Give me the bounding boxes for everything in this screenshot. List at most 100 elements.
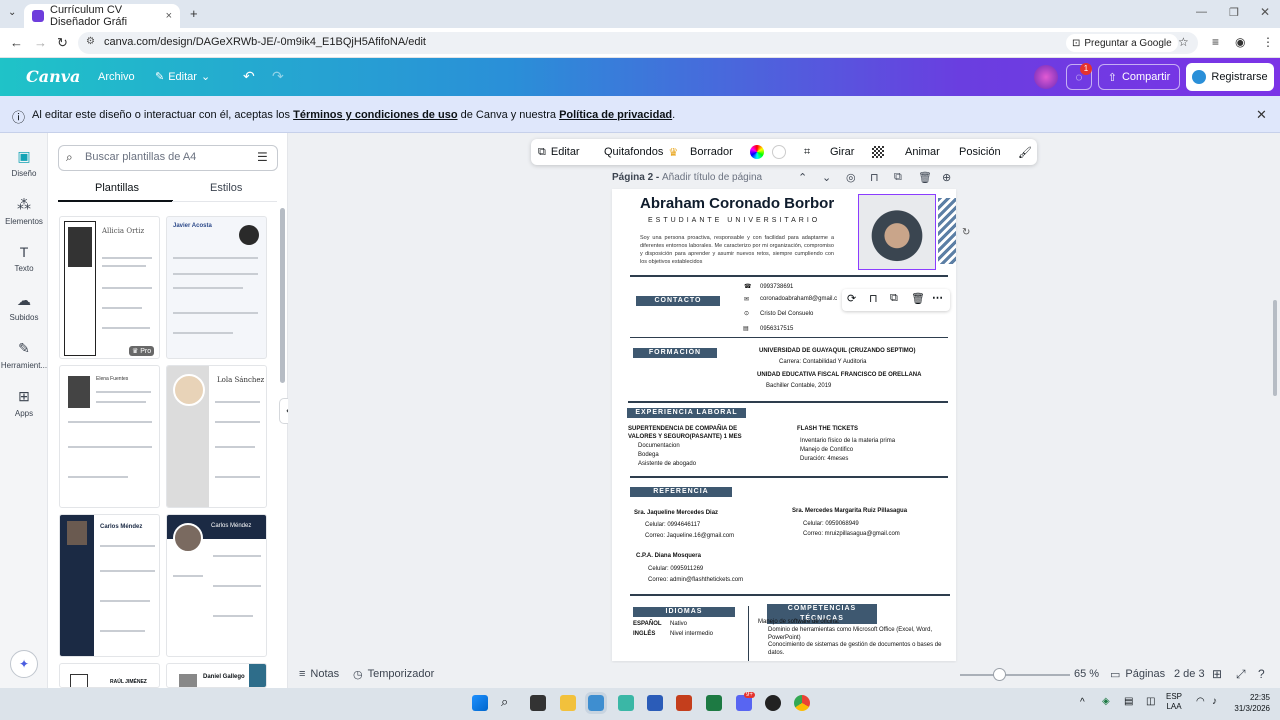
minimize-icon[interactable]: —: [1196, 6, 1207, 18]
volume-icon[interactable]: ♪: [1212, 696, 1217, 707]
tray-app-icon[interactable]: ◈: [1102, 696, 1110, 707]
back-icon[interactable]: ←: [10, 35, 23, 50]
tray-printer-icon[interactable]: ▤: [1124, 696, 1133, 707]
task-view-icon[interactable]: [530, 695, 546, 711]
powerpoint-icon[interactable]: [676, 695, 692, 711]
register-button[interactable]: Registrarse: [1186, 63, 1274, 91]
tab-estilos[interactable]: Estilos: [210, 182, 242, 194]
template-card[interactable]: Carlos Méndez: [59, 514, 160, 657]
template-card[interactable]: Carlos Méndez: [166, 514, 267, 657]
zoom-level[interactable]: 65 %: [1074, 668, 1099, 680]
terms-link[interactable]: Términos y condiciones de uso: [293, 109, 457, 121]
tab-plantillas[interactable]: Plantillas: [95, 182, 139, 194]
tray-security-icon[interactable]: ◫: [1146, 696, 1155, 707]
reading-list-icon[interactable]: ≡: [1212, 35, 1219, 49]
menu-archivo[interactable]: Archivo: [98, 71, 135, 83]
template-card[interactable]: Daniel Gallego: [166, 663, 267, 688]
canva-logo[interactable]: Canva: [26, 67, 80, 86]
remove-background-button[interactable]: Quitafondos ♛: [604, 146, 678, 159]
ask-google-button[interactable]: ⊡ Preguntar a Google: [1066, 34, 1178, 52]
template-card[interactable]: Elena Fuentes: [59, 365, 160, 508]
word-icon[interactable]: [647, 695, 663, 711]
template-card[interactable]: Allicia Ortiz ♛ Pro: [59, 216, 160, 359]
crop-icon[interactable]: ⌗: [804, 146, 810, 159]
reload-icon[interactable]: ↻: [57, 35, 68, 51]
nav-apps[interactable]: ⊞ Apps: [0, 388, 48, 418]
menu-editar[interactable]: ✎ Editar ⌄: [155, 70, 210, 84]
search-input[interactable]: Buscar plantillas de A4: [85, 151, 196, 163]
url-text[interactable]: canva.com/design/DAGeXRWb-JE/-0m9ik4_E1B…: [104, 36, 426, 48]
store-icon[interactable]: [618, 695, 634, 711]
lock-icon[interactable]: ⊓: [869, 292, 878, 305]
delete-page-icon[interactable]: 🗑: [918, 171, 932, 184]
zoom-slider-handle[interactable]: [993, 668, 1007, 681]
pages-button[interactable]: ▭ Páginas: [1110, 668, 1165, 681]
tray-chevron-icon[interactable]: ^: [1080, 697, 1085, 708]
notes-button[interactable]: ≡ Notas: [299, 668, 339, 680]
windows-start-icon[interactable]: [472, 695, 488, 711]
edit-image-button[interactable]: ⧉ Editar: [538, 146, 580, 159]
restore-icon[interactable]: ❐: [1229, 6, 1239, 19]
share-button[interactable]: ⇧ Compartir: [1098, 64, 1180, 90]
tab-search-icon[interactable]: ⌄: [8, 7, 16, 18]
panel-scrollbar[interactable]: [280, 208, 285, 383]
github-icon[interactable]: [765, 695, 781, 711]
add-page-icon[interactable]: ⊕: [942, 171, 951, 184]
lock-page-icon[interactable]: ⊓: [870, 171, 879, 184]
rotate-handle-icon[interactable]: ↻: [962, 227, 970, 238]
privacy-link[interactable]: Política de privacidad: [559, 109, 672, 121]
excel-icon[interactable]: [706, 695, 722, 711]
canvas-scrollbar[interactable]: [1273, 300, 1277, 396]
chrome-menu-icon[interactable]: ⋮: [1262, 35, 1274, 49]
bookmark-star-icon[interactable]: ☆: [1178, 35, 1189, 49]
close-notice-icon[interactable]: ✕: [1256, 107, 1267, 123]
search-icon[interactable]: ⌕: [501, 694, 508, 710]
browser-app-icon[interactable]: [585, 692, 607, 714]
page-count[interactable]: 2 de 3: [1174, 668, 1205, 680]
close-tab-icon[interactable]: ×: [166, 10, 172, 22]
page-up-icon[interactable]: ⌃: [798, 171, 807, 184]
template-card[interactable]: RAÚL JIMÉNEZ: [59, 663, 160, 688]
redo-icon[interactable]: ↷: [272, 68, 284, 85]
trash-icon[interactable]: 🗑: [911, 292, 925, 305]
grid-view-icon[interactable]: ⊞: [1212, 667, 1222, 681]
template-card[interactable]: Javier Acosta: [166, 216, 267, 359]
undo-icon[interactable]: ↶: [243, 68, 255, 85]
color-picker-icon[interactable]: [750, 145, 764, 159]
window-close-icon[interactable]: ✕: [1260, 5, 1270, 19]
animate-button[interactable]: Animar: [905, 146, 940, 158]
chrome-icon[interactable]: [794, 695, 810, 711]
comment-add-icon[interactable]: ⟳: [847, 292, 856, 305]
duplicate-icon[interactable]: ⧉: [890, 292, 898, 305]
site-info-icon[interactable]: ⚙: [86, 36, 95, 47]
page-down-icon[interactable]: ⌄: [822, 171, 831, 184]
fullscreen-icon[interactable]: ⤢: [1236, 667, 1246, 682]
nav-herramientas[interactable]: ✎ Herramient...: [0, 340, 48, 370]
nav-subidos[interactable]: ☁ Subidos: [0, 292, 48, 322]
clock[interactable]: 22:35 31/3/2026: [1228, 692, 1270, 714]
help-icon[interactable]: ?: [1258, 667, 1265, 681]
new-tab-icon[interactable]: +: [190, 6, 198, 21]
nav-elementos[interactable]: ⁂ Elementos: [0, 196, 48, 226]
copy-style-icon[interactable]: 🖌: [1018, 146, 1032, 159]
forward-icon[interactable]: →: [34, 35, 47, 50]
file-explorer-icon[interactable]: [560, 695, 576, 711]
magic-assistant-icon[interactable]: ✦: [10, 650, 38, 678]
wifi-icon[interactable]: ◠: [1196, 696, 1205, 707]
browser-tab[interactable]: Currículum CV Diseñador Gráfi ×: [24, 4, 180, 28]
eraser-button[interactable]: Borrador: [690, 146, 733, 158]
avatar[interactable]: [1034, 65, 1058, 89]
rotate-button[interactable]: Girar: [830, 146, 854, 158]
page-title-input[interactable]: Añadir título de página: [662, 172, 762, 183]
profile-icon[interactable]: ◉: [1235, 35, 1245, 49]
transparency-icon[interactable]: [872, 146, 884, 158]
profile-photo[interactable]: [858, 194, 936, 270]
nav-diseno[interactable]: ▣ Diseño: [0, 148, 48, 178]
timer-button[interactable]: ◷ Temporizador: [353, 668, 434, 681]
nav-texto[interactable]: T Texto: [0, 244, 48, 273]
position-button[interactable]: Posición: [959, 146, 1001, 158]
duplicate-page-icon[interactable]: ⧉: [894, 171, 902, 184]
color-swatch[interactable]: [772, 145, 786, 159]
filter-icon[interactable]: ☰: [257, 150, 268, 164]
template-card[interactable]: Lola Sánchez: [166, 365, 267, 508]
